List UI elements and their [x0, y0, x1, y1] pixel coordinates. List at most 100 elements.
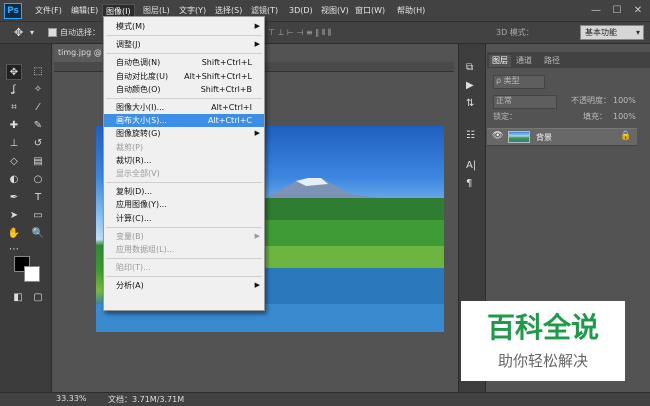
menu-item-label: 变量(B) [116, 231, 144, 241]
menu-item-shortcut: Shift+Ctrl+B [200, 84, 252, 94]
zoom-tool-icon[interactable]: 🔍 [30, 226, 46, 242]
eye-icon[interactable]: 👁 [492, 131, 503, 141]
image-menu-item[interactable]: 图像旋转(G) ▶ [104, 127, 264, 140]
close-button[interactable]: ✕ [628, 3, 648, 19]
menu-item-label: 图像旋转(G) [116, 129, 161, 139]
menu-item-label: 自动色调(N) [116, 58, 161, 68]
tab-channels[interactable]: 通道 [516, 55, 532, 67]
move-tool-icon[interactable]: ✥ [6, 64, 22, 80]
image-menu-item[interactable]: 自动对比度(U) Alt+Shift+Ctrl+L [104, 70, 264, 83]
eraser-tool-icon[interactable]: ◇ [6, 154, 22, 170]
image-menu-item[interactable]: 复制(D)... [104, 185, 264, 198]
menu-separator [106, 276, 262, 278]
background-color-swatch[interactable] [24, 266, 40, 282]
adjust-icon[interactable]: ⇅ [466, 98, 474, 109]
magic-wand-icon[interactable]: ✧ [30, 82, 46, 98]
image-menu-item[interactable]: 画布大小(S)... Alt+Ctrl+C [104, 114, 264, 128]
chevron-down-icon: ▾ [635, 28, 640, 37]
dodge-tool-icon[interactable]: ○ [30, 172, 46, 188]
brush-tool-icon[interactable]: ✎ [30, 118, 46, 134]
minimize-button[interactable]: — [586, 3, 606, 19]
align-icons[interactable]: ⊤ ⊥ ⊢ ⊣ ≡ ∥ ⫴ ⫼ [268, 26, 331, 40]
properties-icon[interactable]: ☷ [466, 130, 475, 141]
fill-value[interactable]: 100% [613, 110, 636, 124]
quick-mask-icon[interactable]: ◧ [10, 290, 26, 306]
stamp-tool-icon[interactable]: ⊥ [6, 136, 22, 152]
hand-tool-icon[interactable]: ✋ [6, 226, 22, 242]
image-menu-item[interactable]: 自动色调(N) Shift+Ctrl+L [104, 56, 264, 69]
paragraph-icon[interactable]: ¶ [466, 178, 472, 189]
image-menu-item: 裁剪(P) [104, 141, 264, 154]
submenu-arrow-icon: ▶ [254, 231, 260, 240]
marquee-tool-icon[interactable]: ⬚ [30, 64, 46, 80]
menu-7[interactable]: 3D(D) [286, 4, 316, 18]
menu-separator [106, 35, 262, 37]
layer-kind-filter[interactable]: ρ 类型 [491, 74, 639, 89]
menu-separator [106, 98, 262, 99]
chevron-down-icon[interactable]: ▾ [30, 26, 34, 40]
lasso-tool-icon[interactable]: ʆ [6, 82, 22, 98]
document-tab[interactable]: timg.jpg @ [54, 44, 102, 62]
workspace-preset-select[interactable]: 基本功能 ▾ [580, 25, 644, 40]
menu-item-label: 自动对比度(U) [116, 71, 169, 81]
menu-item-label: 陷印(T)... [116, 263, 151, 273]
menu-item-label: 应用图像(Y)... [116, 200, 167, 210]
history-brush-icon[interactable]: ↺ [30, 136, 46, 152]
image-menu-item[interactable]: 图像大小(I)... Alt+Ctrl+I [104, 101, 264, 114]
menu-item-shortcut: Shift+Ctrl+L [201, 58, 252, 68]
maximize-button[interactable]: ☐ [607, 3, 627, 19]
status-bar [0, 392, 650, 406]
submenu-arrow-icon: ▶ [254, 22, 260, 30]
image-menu-item[interactable]: 应用图像(Y)... [104, 198, 264, 211]
image-menu-item[interactable]: 分析(A) ▶ [104, 279, 264, 292]
zoom-level[interactable]: 33.33% [56, 394, 87, 403]
healing-brush-icon[interactable]: ✚ [6, 118, 22, 134]
type-tool-icon[interactable]: T [30, 190, 46, 206]
menu-0[interactable]: 文件(F) [32, 4, 65, 18]
submenu-arrow-icon: ▶ [254, 281, 260, 290]
blur-tool-icon[interactable]: ◐ [6, 172, 22, 188]
submenu-arrow-icon: ▶ [254, 129, 260, 138]
lock-icon: 🔒 [620, 131, 632, 141]
screen-mode-icon[interactable]: ▢ [30, 290, 46, 306]
image-menu-item[interactable]: 计算(C)... [104, 212, 264, 225]
crop-tool-icon[interactable]: ⌗ [6, 100, 22, 116]
play-icon[interactable]: ▶ [466, 80, 474, 91]
image-menu-item: 陷印(T)... [104, 261, 264, 274]
pen-tool-icon[interactable]: ✒ [6, 190, 22, 206]
image-menu-item[interactable]: 自动颜色(O) Shift+Ctrl+B [104, 83, 264, 96]
blend-mode-select[interactable]: 正常 [493, 95, 557, 109]
menu-item-label: 显示全部(V) [116, 169, 160, 178]
path-select-icon[interactable]: ➤ [6, 208, 22, 224]
watermark-subtitle: 助你轻松解决 [497, 352, 588, 370]
menu-10[interactable]: 帮助(H) [394, 4, 428, 18]
image-menu-item[interactable]: 模式(M) ▶ [104, 20, 264, 33]
shape-tool-icon[interactable]: ▭ [30, 208, 46, 224]
menu-item-label: 调整(J) [116, 40, 141, 50]
doc-info: 文档：3.71M/3.71M [108, 395, 185, 404]
menu-1[interactable]: 编辑(E) [68, 4, 101, 18]
gradient-tool-icon[interactable]: ▤ [30, 154, 46, 170]
menu-item-label: 模式(M) [116, 22, 146, 31]
menu-separator [106, 182, 262, 184]
fill-label: 填充： [583, 112, 607, 121]
menu-8[interactable]: 视图(V) [318, 4, 352, 18]
opacity-value[interactable]: 100% [613, 94, 636, 108]
auto-select-checkbox[interactable] [48, 28, 57, 37]
tab-layers[interactable]: 图层 [489, 55, 511, 67]
eyedropper-icon[interactable]: ⁄ [30, 100, 46, 116]
menu-9[interactable]: 窗口(W) [352, 4, 388, 18]
lock-label: 锁定： [493, 112, 517, 121]
image-menu-item[interactable]: 裁切(R)... [104, 154, 264, 167]
move-icon[interactable]: ✥ [14, 26, 23, 40]
history-icon[interactable]: ⧉ [466, 62, 473, 73]
tab-paths[interactable]: 路径 [544, 55, 560, 67]
menu-item-label: 应用数据组(L)... [116, 245, 175, 254]
image-menu-item[interactable]: 调整(J) ▶ [104, 38, 264, 51]
menu-item-label: 分析(A) [116, 281, 144, 291]
image-menu-item: 显示全部(V) [104, 167, 264, 180]
lock-row: 锁定： 填充： 100% [491, 110, 639, 124]
layer-name: 背景 [536, 133, 552, 142]
watermark-title: 百科全说 [486, 311, 599, 344]
character-icon[interactable]: A| [466, 160, 476, 171]
